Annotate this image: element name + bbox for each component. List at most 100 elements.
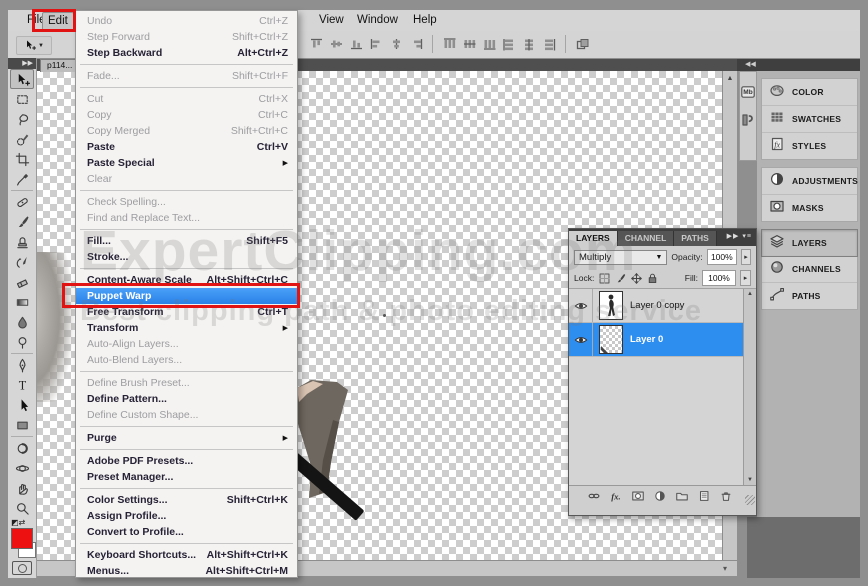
group-icon[interactable] [675,489,689,503]
menu-item-convert-to-profile[interactable]: Convert to Profile... [76,524,297,540]
dock-button-adjustments[interactable]: ADJUSTMENTS [762,168,857,195]
quick-mask-button[interactable] [12,561,32,575]
mini-bridge-panel-icon[interactable]: Mb [740,84,756,100]
align-right-icon[interactable] [408,35,424,53]
dock-button-channels[interactable]: CHANNELS [762,256,857,283]
zoom-tool[interactable] [10,498,34,518]
mask-icon[interactable] [631,489,645,503]
opacity-value[interactable]: 100% [707,249,737,265]
fill-slider-button[interactable]: ▸ [740,270,751,286]
align-top-icon[interactable] [308,35,324,53]
menu-help[interactable]: Help [408,12,442,29]
menu-view[interactable]: View [314,12,349,29]
menu-item-color-settings[interactable]: Color Settings...Shift+Ctrl+K [76,492,297,508]
visibility-eye-icon[interactable] [569,289,593,322]
menu-item-assign-profile[interactable]: Assign Profile... [76,508,297,524]
document-tab[interactable]: p114... [40,59,79,72]
menu-item-paste[interactable]: PasteCtrl+V [76,139,297,155]
shape-tool[interactable] [10,415,34,435]
dock-button-paths[interactable]: PATHS [762,283,857,309]
history-brush-tool[interactable] [10,252,34,272]
menu-item-preset-manager[interactable]: Preset Manager... [76,469,297,485]
hand-tool[interactable] [10,478,34,498]
menu-item-paste-special[interactable]: Paste Special▶ [76,155,297,171]
path-selection-tool[interactable] [10,395,34,415]
align-vcenter-icon[interactable] [328,35,344,53]
crop-tool[interactable] [10,149,34,169]
menu-item-transform[interactable]: Transform▶ [76,320,297,336]
dock-button-masks[interactable]: MASKS [762,195,857,221]
menu-item-purge[interactable]: Purge▶ [76,430,297,446]
link-icon[interactable] [587,489,601,503]
dodge-tool[interactable] [10,332,34,352]
dist-left-icon[interactable] [501,35,517,53]
panel-collapse-icon[interactable]: ▶▶ [727,233,743,240]
eraser-tool[interactable] [10,272,34,292]
dist-hcenter-icon[interactable] [521,35,537,53]
opacity-slider-button[interactable]: ▸ [741,249,751,265]
dock-button-layers[interactable]: LAYERS [761,229,858,257]
toolbar-collapse-icon[interactable]: ▶▶ [8,58,36,69]
panel-tab-layers[interactable]: LAYERS [569,231,618,246]
blend-mode-select[interactable]: Multiply▼ [574,250,667,265]
layers-scrollbar[interactable]: ▲▼ [743,289,756,485]
lasso-tool[interactable] [10,109,34,129]
lock-brush-icon[interactable] [614,272,627,285]
dock-button-swatches[interactable]: SWATCHES [762,106,857,133]
panel-menu-icon[interactable]: ▾≡ [742,233,752,240]
lock-all-icon[interactable] [646,272,659,285]
eyedropper-tool[interactable] [10,169,34,189]
align-hcenter-icon[interactable] [388,35,404,53]
dock-button-color[interactable]: COLOR [762,79,857,106]
fx-icon[interactable]: fx. [609,489,623,503]
auto-align-icon[interactable] [574,35,590,53]
resize-grip[interactable] [745,495,755,505]
foreground-color-swatch[interactable] [11,528,33,549]
dock-button-styles[interactable]: fxSTYLES [762,133,857,159]
lock-transparent-icon[interactable] [598,272,611,285]
layer-thumbnail[interactable] [599,325,623,354]
dist-right-icon[interactable] [541,35,557,53]
blur-tool[interactable] [10,312,34,332]
dist-top-icon[interactable] [441,35,457,53]
dist-vcenter-icon[interactable] [461,35,477,53]
fill-value[interactable]: 100% [702,270,736,286]
panel-tab-channel[interactable]: CHANNEL [618,231,675,246]
menu-item-step-backward[interactable]: Step BackwardAlt+Ctrl+Z [76,45,297,61]
menu-item-fill[interactable]: Fill...Shift+F5 [76,233,297,249]
pen-tool[interactable] [10,355,34,375]
menu-item-menus[interactable]: Menus...Alt+Shift+Ctrl+M [76,563,297,579]
rotate-3d-tool[interactable] [10,438,34,458]
orbit-3d-tool[interactable] [10,458,34,478]
move-tool[interactable] [10,69,34,89]
dist-bottom-icon[interactable] [481,35,497,53]
menu-item-stroke[interactable]: Stroke... [76,249,297,265]
delete-icon[interactable] [719,489,733,503]
new-layer-icon[interactable] [697,489,711,503]
menu-item-adobe-pdf-presets[interactable]: Adobe PDF Presets... [76,453,297,469]
menu-item-keyboard-shortcuts[interactable]: Keyboard Shortcuts...Alt+Shift+Ctrl+K [76,547,297,563]
type-tool[interactable]: T [10,375,34,395]
panel-tab-paths[interactable]: PATHS [674,231,717,246]
layer-thumbnail[interactable] [599,291,623,320]
menu-window[interactable]: Window [352,12,403,29]
visibility-eye-icon[interactable] [569,323,593,356]
healing-brush-tool[interactable] [10,192,34,212]
quick-selection-tool[interactable] [10,129,34,149]
layer-row-layer-0[interactable]: Layer 0 [569,323,745,357]
move-tool-indicator[interactable]: ▼ [16,36,52,55]
menu-item-define-pattern[interactable]: Define Pattern... [76,391,297,407]
clone-stamp-tool[interactable] [10,232,34,252]
rect-marquee-tool[interactable] [10,89,34,109]
brush-tool[interactable] [10,212,34,232]
dock-collapse-bar[interactable]: ◀◀ [737,58,860,71]
history-panel-icon[interactable] [740,112,756,128]
gradient-tool[interactable] [10,292,34,312]
chevron-down-icon: ▼ [655,254,662,261]
align-left-icon[interactable] [368,35,384,53]
adjustment-icon[interactable] [653,489,667,503]
align-bottom-icon[interactable] [348,35,364,53]
default-colors-icon[interactable]: ◩⇄ [11,518,25,527]
lock-move-icon[interactable] [630,272,643,285]
layer-row-layer-0-copy[interactable]: Layer 0 copy [569,289,745,323]
